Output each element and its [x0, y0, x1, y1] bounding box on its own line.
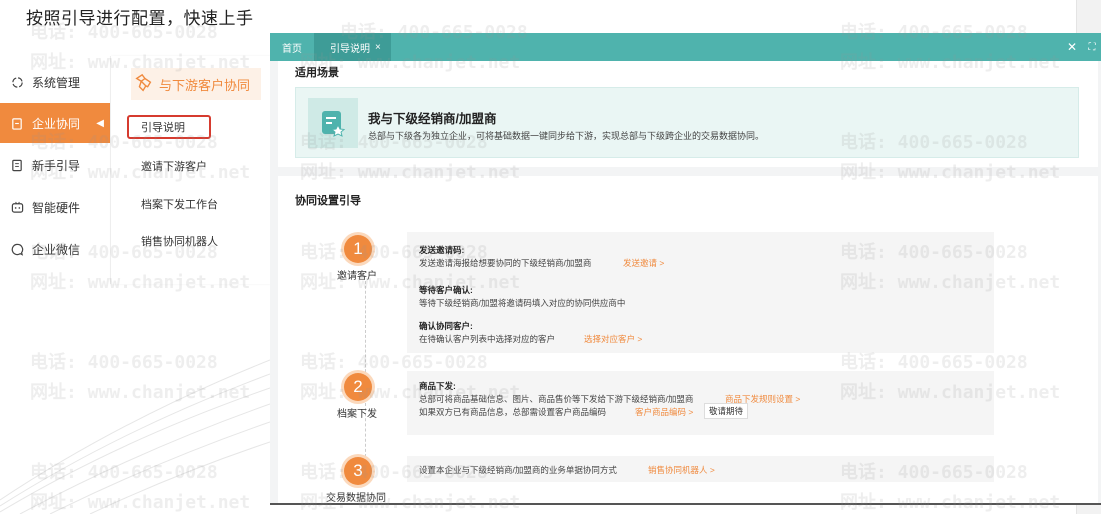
await-confirm-text: 等待下级经销商/加盟将邀请码填入对应的协同供应商中: [419, 298, 626, 308]
send-invite-text: 发送邀请海报给想要协同的下级经销商/加盟商: [419, 258, 592, 268]
collab-submenu: 与下游客户协同 引导说明 邀请下游客户 档案下发工作台 销售协同机器人: [110, 56, 271, 284]
document-icon: [10, 158, 24, 172]
submenu-item-invite[interactable]: 邀请下游客户: [141, 158, 207, 174]
step-3-label: 交易数据协同: [326, 493, 386, 504]
select-customer-link[interactable]: 选择对应客户 >: [584, 333, 642, 345]
close-tab-icon[interactable]: ×: [375, 42, 381, 53]
confirm-customer-title: 确认协同客户:: [419, 321, 473, 331]
step-3-circle: 3: [344, 457, 372, 485]
submenu-item-robot[interactable]: 销售协同机器人: [141, 233, 218, 249]
confirm-customer-text: 在待确认客户列表中选择对应的客户: [419, 334, 556, 344]
scene-section-title: 适用场景: [295, 67, 339, 79]
tab-bar: 首页 引导说明 × ✕ ⛶: [270, 33, 1101, 61]
chat-icon: [10, 242, 24, 256]
await-confirm-title: 等待客户确认:: [419, 285, 473, 295]
gear-icon: [10, 75, 24, 89]
scene-box: 我与下级经销商/加盟商 总部与下级各为独立企业，可将基础数据一键同步给下游，实现…: [295, 87, 1079, 158]
nav-item-system[interactable]: 系统管理: [0, 62, 110, 102]
send-invite-title: 发送邀请码:: [419, 245, 465, 255]
guide-card: 协同设置引导 1 邀请客户 发送邀请码: 发送邀请海报给想要协同的下级经销商/加…: [278, 176, 1098, 504]
goods-issue-title: 商品下发:: [419, 381, 456, 391]
device-icon: [10, 200, 24, 214]
nav-item-collab[interactable]: 企业协同 ◀: [0, 103, 110, 143]
left-nav: 系统管理 企业协同 ◀ 新手引导 智能硬件 企业微信: [0, 60, 110, 290]
nav-label: 系统管理: [32, 75, 81, 90]
nav-label: 企业微信: [32, 242, 81, 257]
tab-guide[interactable]: 引导说明 ×: [314, 33, 391, 61]
step-2-label: 档案下发: [337, 409, 377, 420]
sales-robot-link[interactable]: 销售协同机器人 >: [648, 464, 715, 476]
submenu-title: 与下游客户协同: [159, 77, 251, 93]
submenu-item-archive[interactable]: 档案下发工作台: [141, 196, 218, 212]
step-1-circle: 1: [344, 235, 372, 263]
send-invite-link[interactable]: 发送邀请 >: [623, 257, 664, 269]
nav-label: 企业协同: [32, 116, 81, 131]
tab-label: 引导说明: [330, 43, 370, 55]
handshake-icon: [135, 73, 152, 92]
scene-desc: 总部与下级各为独立企业，可将基础数据一键同步给下游，实现总部与下级跨企业的交易数…: [368, 131, 765, 141]
scene-card: 适用场景 我与下级经销商/加盟商 总部与下级各为独立企业，可将基础数据一键同步给…: [278, 61, 1098, 167]
scene-title: 我与下级经销商/加盟商: [368, 112, 497, 126]
slide-title: 按照引导进行配置，快速上手: [26, 9, 254, 28]
nav-item-guide[interactable]: 新手引导: [0, 145, 110, 185]
document-star-icon: [308, 98, 358, 148]
background-swoosh: [0, 359, 270, 514]
step-connector: [365, 281, 366, 377]
guide-section-title: 协同设置引导: [295, 195, 361, 207]
nav-label: 新手引导: [32, 158, 81, 173]
close-icon[interactable]: ✕: [1064, 33, 1080, 61]
step-2-circle: 2: [344, 373, 372, 401]
clipboard-icon: [10, 116, 24, 130]
caret-left-icon: ◀: [96, 117, 104, 129]
trade-sync-text: 设置本企业与下级经销商/加盟商的业务单据协同方式: [419, 465, 617, 475]
submenu-header: 与下游客户协同: [131, 68, 261, 100]
step-1-label: 邀请客户: [337, 271, 377, 282]
goods-issue-text: 总部可将商品基础信息、图片、商品售价等下发给下游下级经销商/加盟商: [419, 394, 694, 404]
customer-code-text: 如果双方已有商品信息，总部需设置客户商品编码: [419, 407, 607, 417]
fullscreen-icon[interactable]: ⛶: [1084, 33, 1100, 61]
nav-item-hardware[interactable]: 智能硬件: [0, 187, 110, 227]
tab-home[interactable]: 首页: [282, 33, 302, 61]
submenu-item-guide[interactable]: 引导说明: [127, 115, 211, 139]
step-2-panel: 商品下发: 总部可将商品基础信息、图片、商品售价等下发给下游下级经销商/加盟商 …: [407, 371, 994, 435]
step-1-panel: 发送邀请码: 发送邀请海报给想要协同的下级经销商/加盟商 发送邀请 > 等待客户…: [407, 232, 994, 353]
nav-label: 智能硬件: [32, 200, 81, 215]
step-3-panel: 设置本企业与下级经销商/加盟商的业务单据协同方式 销售协同机器人 >: [407, 456, 994, 482]
coming-soon-button[interactable]: 敬请期待: [704, 403, 749, 419]
app-window: 首页 引导说明 × ✕ ⛶ 适用场景 我与下级经销商/加盟商 总部与下级各为独立…: [270, 33, 1101, 505]
customer-code-link[interactable]: 客户商品编码 >: [635, 406, 693, 418]
nav-item-wecom[interactable]: 企业微信: [0, 229, 110, 269]
